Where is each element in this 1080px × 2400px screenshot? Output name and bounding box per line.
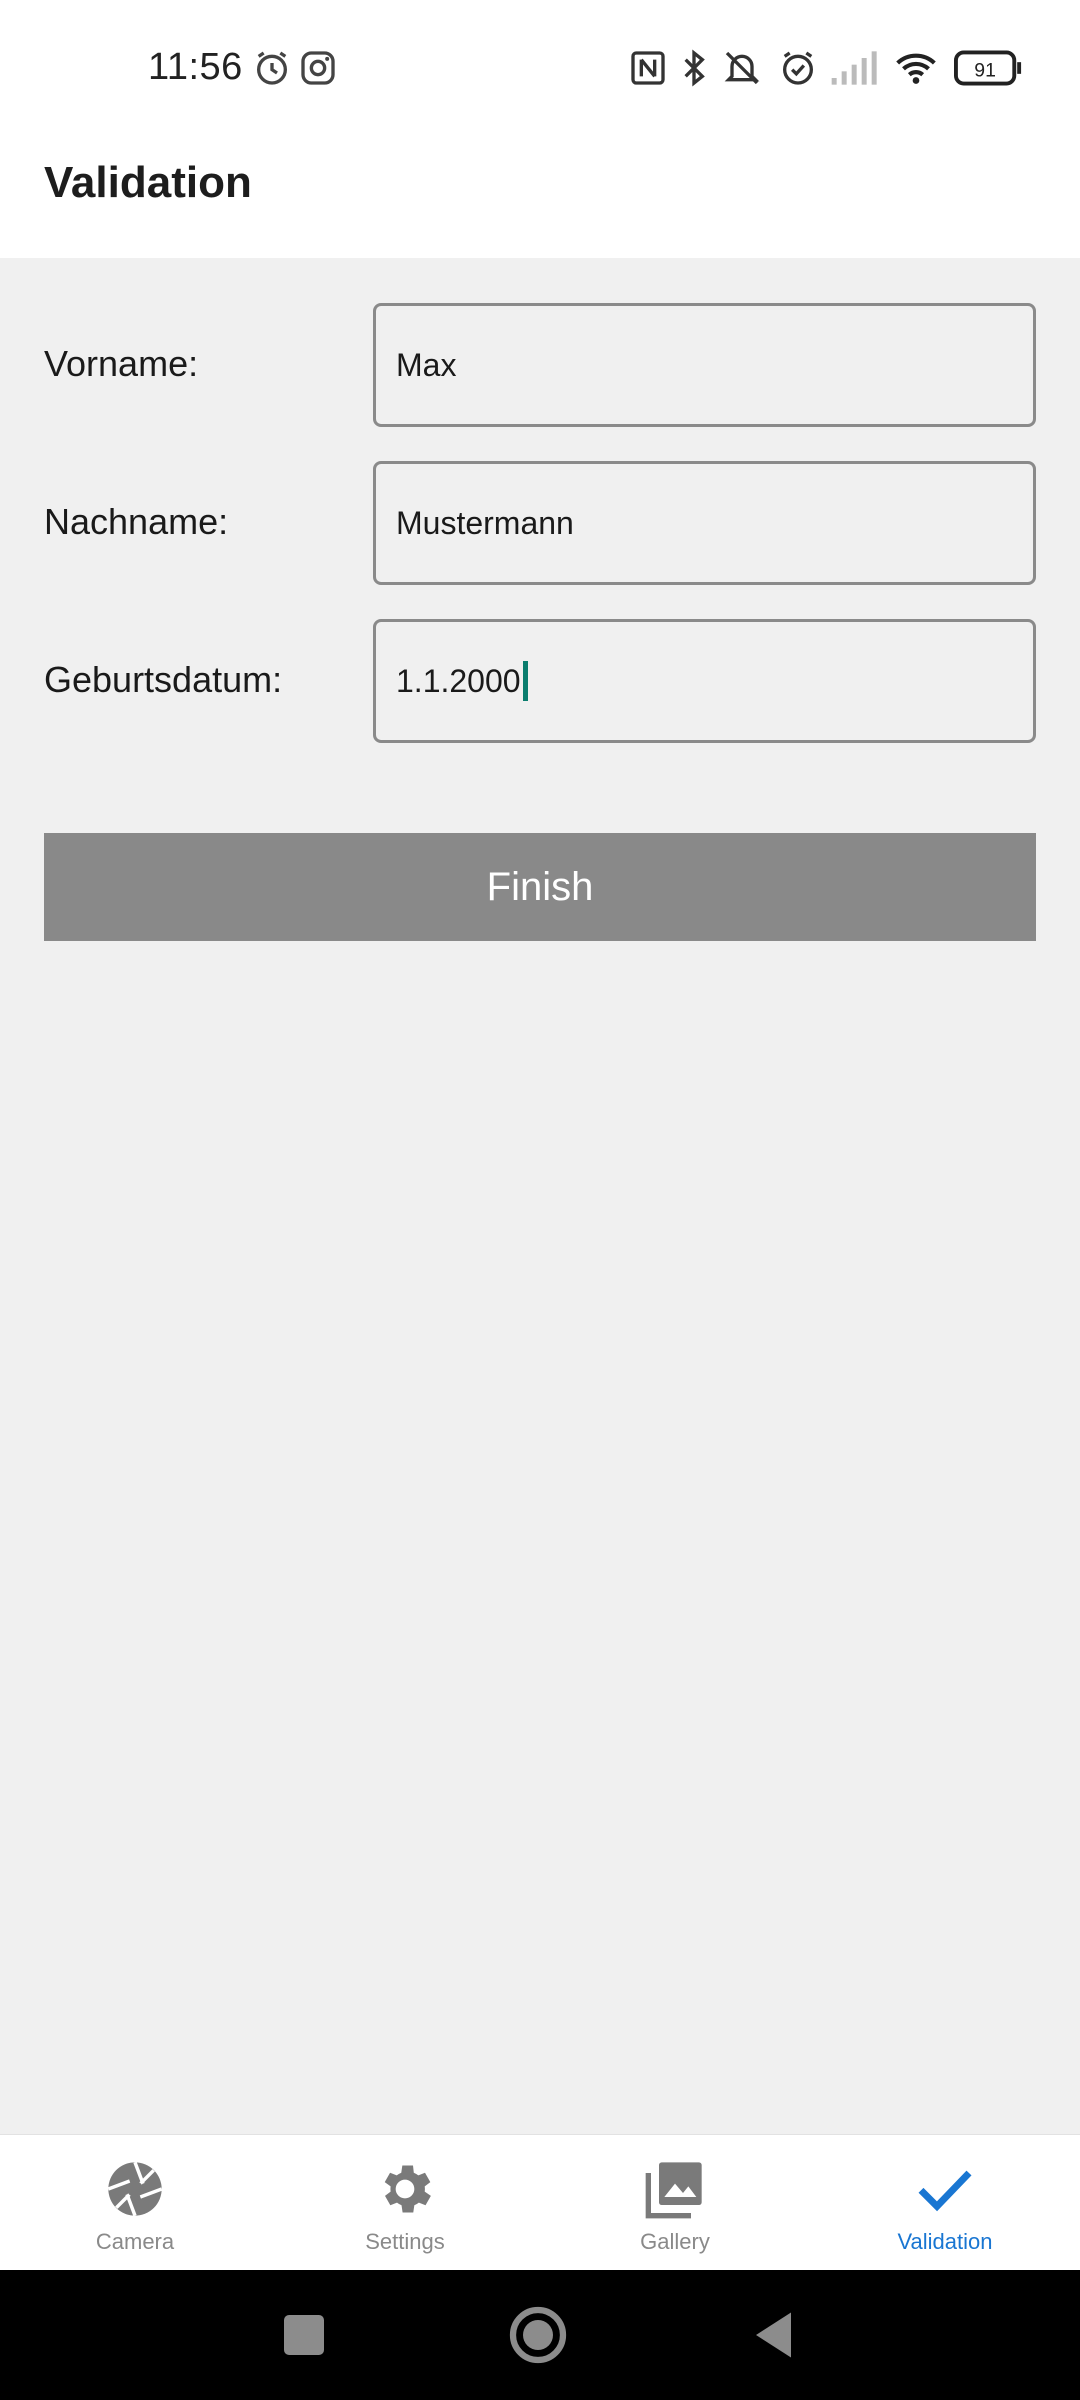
page-title: Validation <box>44 158 252 207</box>
text-caret <box>522 661 528 701</box>
gallery-icon <box>643 2157 707 2221</box>
app-screen: 11:56 91 Validation Vorname: Max Nachnam… <box>0 0 1080 2400</box>
wifi-icon <box>890 48 942 88</box>
form-row-vorname: Vorname: Max <box>0 303 1080 427</box>
finish-button[interactable]: Finish <box>44 833 1036 941</box>
form-row-geburtsdatum: Geburtsdatum: 1.1.2000 <box>0 619 1080 743</box>
vorname-label: Vorname: <box>44 343 199 384</box>
bell-muted-icon <box>722 48 762 88</box>
bluetooth-icon <box>674 48 714 88</box>
nav-label-validation: Validation <box>897 2229 993 2254</box>
geburtsdatum-value: 1.1.2000 <box>396 662 521 699</box>
vorname-value: Max <box>396 346 457 383</box>
recents-button[interactable] <box>274 2305 334 2365</box>
battery-icon: 91 <box>954 48 1024 88</box>
signal-icon <box>830 48 880 88</box>
alarm-set-icon <box>778 48 818 88</box>
back-button[interactable] <box>746 2305 806 2365</box>
geburtsdatum-input[interactable]: 1.1.2000 <box>373 619 1036 743</box>
nav-item-gallery[interactable]: Gallery <box>540 2135 810 2271</box>
vorname-input[interactable]: Max <box>373 303 1036 427</box>
nachname-label: Nachname: <box>44 501 229 542</box>
form-row-nachname: Nachname: Mustermann <box>0 461 1080 585</box>
nav-label-settings: Settings <box>365 2229 445 2254</box>
alarm-icon <box>252 48 292 88</box>
nav-label-gallery: Gallery <box>640 2229 710 2254</box>
nav-label-camera: Camera <box>95 2229 175 2254</box>
app-bar: Validation <box>0 140 1080 258</box>
status-time: 11:56 <box>148 46 243 88</box>
nfc-icon <box>628 48 668 88</box>
bottom-nav: Camera Settings Gallery Validation <box>0 2134 1080 2270</box>
system-nav-bar <box>0 2270 1080 2400</box>
home-button[interactable] <box>508 2305 568 2365</box>
status-bar: 11:56 91 <box>0 0 1080 140</box>
nav-item-camera[interactable]: Camera <box>0 2135 270 2271</box>
camera-aperture-icon <box>103 2157 167 2221</box>
battery-level: 91 <box>974 60 996 82</box>
instagram-icon <box>298 48 338 88</box>
nachname-value: Mustermann <box>396 504 574 541</box>
checkmark-icon <box>913 2157 977 2221</box>
nachname-input[interactable]: Mustermann <box>373 461 1036 585</box>
geburtsdatum-label: Geburtsdatum: <box>44 659 283 700</box>
gear-icon <box>373 2157 437 2221</box>
nav-item-validation[interactable]: Validation <box>810 2135 1080 2271</box>
nav-item-settings[interactable]: Settings <box>270 2135 540 2271</box>
